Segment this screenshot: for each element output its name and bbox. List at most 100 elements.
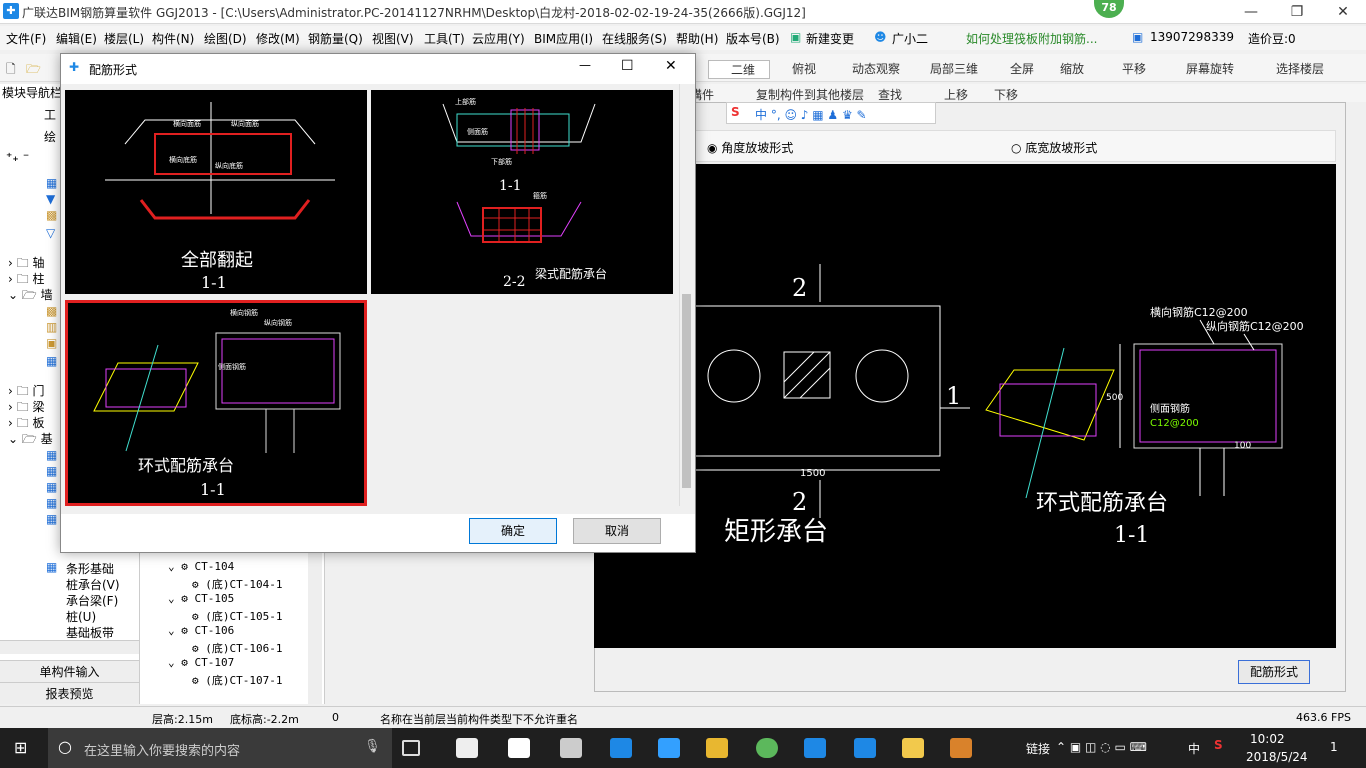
windows-start-icon[interactable]: ⊞ (14, 738, 27, 757)
copy-to-floor-button[interactable]: 复制构件到其他楼层 (756, 86, 864, 103)
dialog-maximize-button[interactable]: ☐ (621, 58, 634, 74)
radio-width-slope[interactable]: ○ 底宽放坡形式 (1011, 139, 1097, 156)
new-change-button[interactable]: 新建变更 (806, 30, 854, 47)
explorer-icon[interactable] (706, 738, 728, 758)
clock-date[interactable]: 2018/5/24 (1246, 750, 1308, 764)
glodon-g-icon[interactable] (854, 738, 876, 758)
tree-item-ct104-1[interactable]: ⚙ (底)CT-104-1 (192, 576, 282, 592)
nav-cap-beam[interactable]: 承台梁(F) (66, 592, 118, 609)
restore-button[interactable]: ❐ (1274, 0, 1320, 24)
assistant-button[interactable]: 广小二 (892, 30, 928, 47)
new-file-icon[interactable]: 🗋 (6, 60, 16, 81)
radio-label: 底宽放坡形式 (1025, 141, 1098, 155)
dialog-minimize-button[interactable]: — (579, 58, 591, 72)
tray-icons[interactable]: ⌃ ▣ ◫ ◌ ▭ ⌨ (1056, 740, 1147, 754)
thumb-beam-cap[interactable]: 上部筋 侧面筋 下部筋 箍筋 1-1 2-2 梁式配筋承台 (371, 90, 673, 294)
ring-cap-title: 环式配筋承台 (1036, 491, 1168, 516)
minimize-button[interactable]: — (1228, 0, 1274, 24)
nav-tab-project[interactable]: 工 (44, 106, 56, 123)
nav-strip-foundation[interactable]: 条形基础 (66, 560, 114, 577)
menu-bim[interactable]: BIM应用(I) (534, 30, 593, 47)
nav-tab-draw[interactable]: 绘 (44, 128, 56, 145)
menu-floor[interactable]: 楼层(L) (104, 30, 144, 47)
zoom-button[interactable]: 缩放 (1060, 60, 1084, 77)
dialog-close-button[interactable]: ✕ (665, 58, 677, 74)
expand-collapse-icon[interactable]: ⁺₊ ⁻ (6, 150, 29, 164)
menu-cloud[interactable]: 云应用(Y) (472, 30, 525, 47)
menu-tools[interactable]: 工具(T) (424, 30, 465, 47)
thumb-all-bent[interactable]: 横向面筋 纵向面筋 横向底筋 纵向底筋 全部翻起 1-1 (65, 90, 367, 294)
link-toolbar[interactable]: 链接 (1026, 740, 1050, 757)
rotate-button[interactable]: 屏幕旋转 (1186, 60, 1234, 77)
tree-item-ct106-1[interactable]: ⚙ (底)CT-106-1 (192, 640, 282, 656)
clock-time[interactable]: 10:02 (1250, 732, 1285, 746)
tree-item-ct105[interactable]: ⌄ ⚙ CT-105 (168, 592, 234, 605)
menu-modify[interactable]: 修改(M) (256, 30, 300, 47)
cancel-button[interactable]: 取消 (573, 518, 661, 544)
nav-hscrollbar[interactable] (0, 640, 139, 654)
menu-edit[interactable]: 编辑(E) (56, 30, 97, 47)
full-screen-button[interactable]: 全屏 (1010, 60, 1034, 77)
dialog-scrollbar[interactable] (679, 84, 693, 506)
nav-pile[interactable]: 桩(U) (66, 608, 96, 625)
select-floor-button[interactable]: 选择楼层 (1276, 60, 1324, 77)
notes-icon[interactable] (902, 738, 924, 758)
menu-help[interactable]: 帮助(H) (676, 30, 718, 47)
new-change-icon: ▣ (790, 30, 802, 44)
tree-item-ct104[interactable]: ⌄ ⚙ CT-104 (168, 560, 234, 573)
menu-draw[interactable]: 绘图(D) (204, 30, 247, 47)
ie-icon[interactable] (508, 738, 530, 758)
close-button[interactable]: ✕ (1320, 0, 1366, 24)
pdf-icon[interactable] (950, 738, 972, 758)
edge-icon[interactable] (610, 738, 632, 758)
menu-version[interactable]: 版本号(B) (726, 30, 780, 47)
sogou-tray-icon[interactable]: S (1214, 738, 1223, 752)
tip-link[interactable]: 如何处理筏板附加钢筋... (966, 30, 1097, 47)
ok-button[interactable]: 确定 (469, 518, 557, 544)
nav-foundation-strip[interactable]: 基础板带 (66, 624, 114, 641)
find-button[interactable]: 查找 (878, 86, 902, 103)
menu-rebar[interactable]: 钢筋量(Q) (308, 30, 363, 47)
taskbar-search[interactable]: ○ 在这里输入你要搜索的内容 🎙 (48, 728, 392, 768)
menu-view[interactable]: 视图(V) (372, 30, 414, 47)
tree-item-ct107[interactable]: ⌄ ⚙ CT-107 (168, 656, 234, 669)
move-up-button[interactable]: 上移 (944, 86, 968, 103)
task-view-icon[interactable] (402, 740, 420, 756)
local-3d-button[interactable]: 局部三维 (930, 60, 978, 77)
fan-app-icon[interactable] (456, 738, 478, 758)
single-input-button[interactable]: 单构件输入 (0, 660, 139, 682)
menu-file[interactable]: 文件(F) (6, 30, 46, 47)
phone-account[interactable]: 13907298339 (1150, 30, 1234, 44)
thumb2-label2: 侧面筋 (467, 127, 488, 136)
menu-online[interactable]: 在线服务(S) (602, 30, 667, 47)
360-browser-icon[interactable] (756, 738, 778, 758)
pile-circle (707, 349, 761, 403)
tree-item-ct106[interactable]: ⌄ ⚙ CT-106 (168, 624, 234, 637)
top-view-button[interactable]: 俯视 (792, 60, 816, 77)
thumb-ring-cap-selected[interactable]: 横向钢筋 纵向钢筋 侧面钢筋 环式配筋承台 1-1 (65, 300, 367, 506)
move-down-button[interactable]: 下移 (994, 86, 1018, 103)
nav-pile-cap[interactable]: 桩承台(V) (66, 576, 120, 593)
glodon-app-icon[interactable] (804, 738, 826, 758)
view-mode-select[interactable]: 二维 (708, 60, 771, 79)
tree-item-ct105-1[interactable]: ⚙ (底)CT-105-1 (192, 608, 282, 624)
pan-button[interactable]: 平移 (1122, 60, 1146, 77)
open-folder-icon[interactable]: 🗁 (26, 60, 41, 81)
tray-app-icon[interactable] (560, 738, 582, 758)
tree-item-ct107-1[interactable]: ⚙ (底)CT-107-1 (192, 672, 282, 688)
cost-beans[interactable]: 造价豆:0 (1248, 30, 1296, 47)
dynamic-view-button[interactable]: 动态观察 (852, 60, 900, 77)
scrollbar-thumb[interactable] (682, 294, 691, 488)
input-lang[interactable]: 中 (1188, 740, 1200, 757)
microphone-icon[interactable]: 🎙 (364, 739, 381, 754)
notification-count[interactable]: 1 (1330, 740, 1338, 754)
ie-blue-icon[interactable] (658, 738, 680, 758)
tree-label: (底)CT-104-1 (205, 578, 283, 591)
radio-angle-slope[interactable]: ◉ 角度放坡形式 (707, 139, 793, 156)
report-preview-button[interactable]: 报表预览 (0, 682, 139, 704)
tree-scrollbar[interactable] (308, 540, 322, 704)
sogou-icon[interactable]: S (731, 105, 740, 119)
menu-component[interactable]: 构件(N) (152, 30, 194, 47)
ime-icons[interactable]: 中 °, ☺ ♪ ▦ ♟ ♛ ✎ (755, 106, 867, 123)
rebar-form-button[interactable]: 配筋形式 (1238, 660, 1310, 684)
